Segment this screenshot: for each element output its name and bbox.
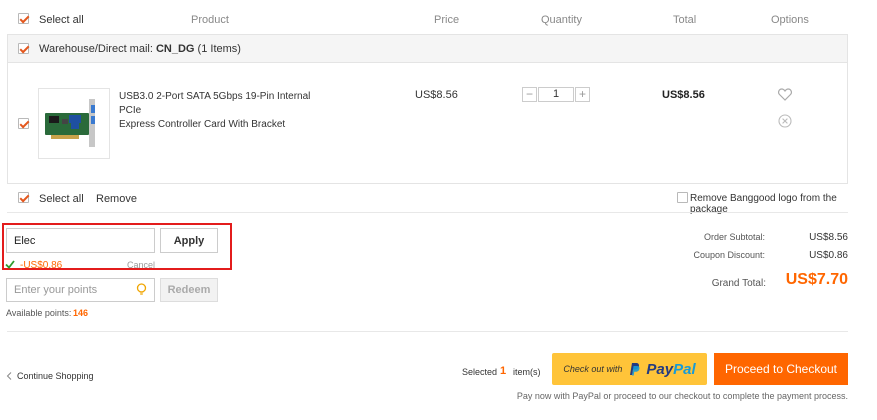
paypal-brand-pay: Pay	[646, 360, 674, 378]
footer-select-all-label: Select all	[39, 193, 84, 205]
grand-total-label: Grand Total:	[711, 278, 766, 289]
header-price: Price	[434, 14, 460, 26]
discount-value: US$0.86	[809, 250, 848, 261]
paypal-brand: PayPal	[646, 361, 695, 378]
wishlist-heart-icon[interactable]	[778, 88, 792, 101]
coupon-success-check-icon	[5, 260, 15, 269]
proceed-to-checkout-button[interactable]: Proceed to Checkout	[714, 353, 848, 385]
warehouse-checkbox[interactable]	[18, 43, 29, 54]
qty-minus-button[interactable]: −	[522, 87, 537, 102]
warehouse-count: (1 Items)	[197, 43, 241, 55]
qty-plus-button[interactable]: +	[575, 87, 590, 102]
item-total: US$8.56	[662, 89, 705, 101]
coupon-discount-value: -US$0.86	[20, 260, 63, 271]
chevron-left-icon	[6, 372, 12, 380]
header-quantity: Quantity	[541, 14, 582, 26]
item-price: US$8.56	[415, 89, 458, 101]
paypal-logo-icon	[630, 363, 640, 376]
paypal-brand-pal: Pal	[673, 360, 696, 378]
redeem-button[interactable]: Redeem	[160, 278, 218, 302]
available-points-label: Available points:	[6, 308, 72, 318]
product-thumbnail[interactable]	[38, 88, 110, 159]
item-checkbox[interactable]	[18, 118, 29, 129]
warehouse-prefix: Warehouse/Direct mail:	[39, 43, 153, 55]
header-product: Product	[191, 14, 229, 26]
subtotal-label: Order Subtotal:	[703, 232, 765, 242]
product-image-icon	[45, 99, 95, 147]
footer-select-all-checkbox[interactable]	[18, 192, 29, 203]
lightbulb-icon	[136, 283, 147, 295]
points-input-placeholder: Enter your points	[14, 284, 98, 296]
remove-logo-checkbox[interactable]	[677, 192, 688, 203]
coupon-input[interactable]: Elec	[6, 228, 155, 253]
quantity-input[interactable]: 1	[538, 87, 574, 102]
header-select-all-label: Select all	[39, 14, 84, 26]
coupon-cancel-link[interactable]: Cancel	[127, 260, 155, 270]
subtotal-value: US$8.56	[809, 232, 848, 243]
item-title-line2: Express Controller Card With Bracket	[119, 119, 286, 130]
item-title-line1: USB3.0 2-Port SATA 5Gbps 19-Pin Internal…	[119, 91, 311, 116]
warehouse-code: CN_DG	[155, 43, 195, 55]
remove-item-icon[interactable]	[778, 114, 792, 128]
header-options: Options	[771, 14, 809, 26]
points-input[interactable]: Enter your points	[6, 278, 155, 302]
checkout-note: Pay now with PayPal or proceed to our ch…	[516, 391, 848, 401]
header-total: Total	[673, 14, 697, 26]
continue-shopping-link[interactable]: Continue Shopping	[17, 371, 94, 381]
selected-suffix: item(s)	[513, 367, 541, 377]
paypal-checkout-button[interactable]: Check out with PayPal	[552, 353, 707, 385]
remove-selected-link[interactable]: Remove	[96, 193, 137, 205]
selected-prefix: Selected	[462, 367, 498, 377]
selected-count: 1	[500, 365, 507, 377]
divider	[7, 212, 848, 213]
discount-label: Coupon Discount:	[693, 250, 765, 260]
warehouse-label: Warehouse/Direct mail: CN_DG (1 Items)	[39, 43, 241, 55]
header-select-all-checkbox[interactable]	[18, 13, 29, 24]
available-points-value: 146	[73, 308, 89, 318]
divider	[7, 331, 848, 332]
apply-coupon-button[interactable]: Apply	[160, 228, 218, 253]
paypal-prefix: Check out with	[563, 364, 623, 374]
item-title[interactable]: USB3.0 2-Port SATA 5Gbps 19-Pin Internal…	[119, 90, 319, 132]
grand-total-value: US$7.70	[785, 271, 848, 288]
